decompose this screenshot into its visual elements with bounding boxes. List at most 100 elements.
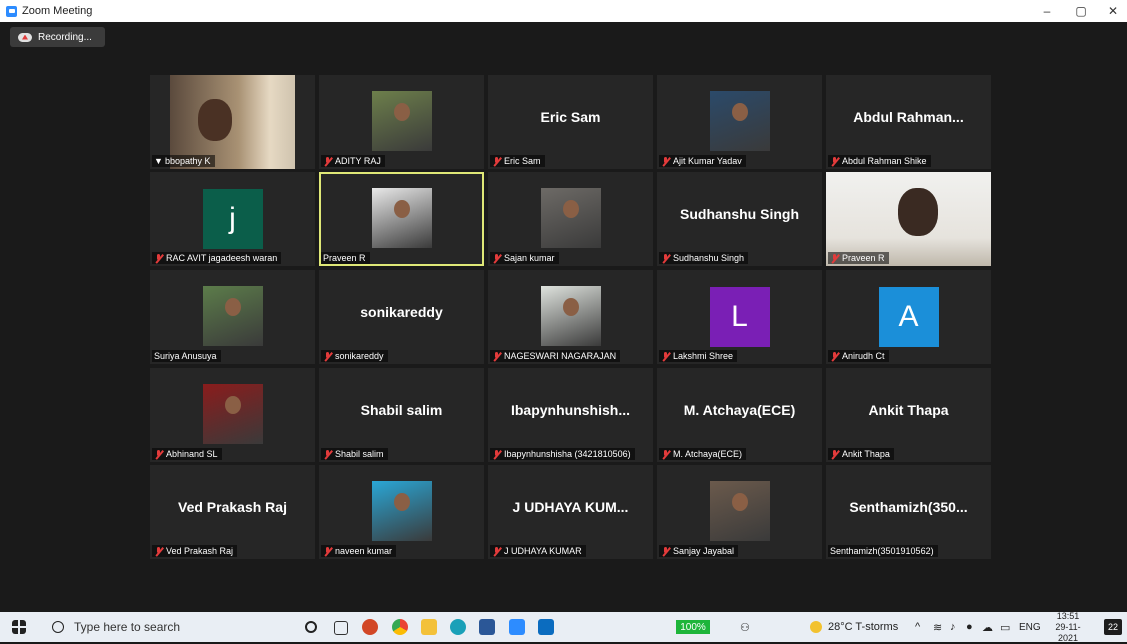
search-icon (52, 621, 64, 633)
edge-icon[interactable] (450, 619, 466, 635)
person-face (898, 188, 938, 236)
person-silhouette (393, 200, 410, 218)
participant-name: bbopathy K (165, 156, 211, 166)
participant-tile[interactable]: Abhinand SL (150, 368, 315, 462)
participant-name: sonikareddy (335, 351, 384, 361)
zoom-taskbar-icon[interactable] (509, 619, 525, 635)
participant-profile-photo (709, 481, 770, 541)
muted-mic-icon (492, 156, 501, 166)
file-explorer-icon[interactable] (421, 619, 437, 635)
recording-indicator[interactable]: Recording... (10, 27, 105, 47)
participant-display-name: M. Atchaya(ECE) (683, 402, 796, 418)
participant-name: Abhinand SL (166, 449, 218, 459)
participant-tile[interactable]: Ved Prakash Raj Ved Prakash Raj (150, 465, 315, 559)
participant-tile[interactable]: Ibapynhunshish... Ibapynhunshisha (342181… (488, 368, 653, 462)
window-title: Zoom Meeting (22, 5, 93, 17)
participant-display-name: Sudhanshu Singh (680, 206, 799, 222)
chrome-icon[interactable] (392, 619, 408, 635)
participant-name-label: Anirudh Ct (828, 350, 889, 362)
cloud-record-icon (18, 32, 32, 42)
participant-tile[interactable]: j RAC AVIT jagadeesh waran (150, 172, 315, 266)
participant-name: Sanjay Jayabal (673, 546, 735, 556)
participant-tile[interactable]: Sanjay Jayabal (657, 465, 822, 559)
maximize-button[interactable]: ▢ (1064, 0, 1098, 22)
participant-display-name: Ibapynhunshish... (510, 402, 630, 418)
participant-tile[interactable]: Abdul Rahman... Abdul Rahman Shike (826, 75, 991, 169)
participant-tile[interactable]: Eric Sam Eric Sam (488, 75, 653, 169)
participant-display-name: Eric Sam (540, 109, 601, 125)
cortana-icon[interactable] (305, 621, 317, 633)
participant-tile[interactable]: sonikareddy sonikareddy (319, 270, 484, 364)
participant-tile[interactable]: M. Atchaya(ECE) M. Atchaya(ECE) (657, 368, 822, 462)
muted-mic-icon (492, 546, 501, 556)
participant-tile[interactable]: Praveen R (319, 172, 484, 266)
muted-mic-icon (661, 253, 670, 263)
participant-name: M. Atchaya(ECE) (673, 449, 743, 459)
powerpoint-icon[interactable] (362, 619, 378, 635)
participant-name: Praveen R (323, 253, 366, 263)
start-windows-icon[interactable] (12, 620, 26, 634)
participant-tile[interactable]: L Lakshmi Shree (657, 270, 822, 364)
muted-mic-icon (323, 546, 332, 556)
muted-mic-icon (661, 546, 670, 556)
participant-name-label: Suriya Anusuya (152, 350, 221, 362)
taskbar-search[interactable]: Type here to search (40, 612, 285, 642)
participant-name-label: Ibapynhunshisha (3421810506) (490, 448, 635, 460)
muted-mic-icon (323, 156, 332, 166)
participant-name: NAGESWARI NAGARAJAN (504, 351, 617, 361)
participant-tile[interactable]: Senthamizh(350... Senthamizh(3501910562) (826, 465, 991, 559)
person-silhouette (562, 298, 579, 316)
participant-tile[interactable]: Ankit Thapa Ankit Thapa (826, 368, 991, 462)
battery-icon[interactable]: ▭ (1000, 612, 1010, 642)
participant-name: Ibapynhunshisha (3421810506) (504, 449, 631, 459)
participant-name-label: Ajit Kumar Yadav (659, 155, 746, 167)
photos-icon[interactable] (538, 619, 554, 635)
participant-tile[interactable]: NAGESWARI NAGARAJAN (488, 270, 653, 364)
participant-tile[interactable]: ADITY RAJ (319, 75, 484, 169)
battery-percent[interactable]: 100% (676, 620, 710, 634)
title-bar: Zoom Meeting – ▢ ✕ (0, 0, 1127, 22)
onedrive-icon[interactable]: ☁ (982, 612, 993, 642)
participant-profile-photo (371, 481, 432, 541)
participant-tile[interactable]: Ajit Kumar Yadav (657, 75, 822, 169)
participant-name: Suriya Anusuya (154, 351, 217, 361)
word-icon[interactable] (479, 619, 495, 635)
volume-icon[interactable]: ♪ (950, 612, 956, 642)
participant-tile[interactable]: naveen kumar (319, 465, 484, 559)
participant-initial-avatar: j (202, 189, 263, 249)
participant-tile[interactable]: Sajan kumar (488, 172, 653, 266)
participant-tile[interactable]: A Anirudh Ct (826, 270, 991, 364)
participant-name-label: Shabil salim (321, 448, 388, 460)
notifications-badge[interactable]: 22 (1104, 619, 1122, 635)
close-button[interactable]: ✕ (1096, 0, 1127, 22)
task-view-icon[interactable] (334, 621, 348, 635)
participant-name: J UDHAYA KUMAR (504, 546, 582, 556)
person-face (198, 99, 232, 141)
person-silhouette (393, 103, 410, 121)
participant-tile[interactable]: Praveen R (826, 172, 991, 266)
people-icon[interactable]: ⚇ (740, 612, 750, 642)
participant-tile[interactable]: Shabil salim Shabil salim (319, 368, 484, 462)
clock[interactable]: 13:51 29-11-2021 (1046, 611, 1090, 643)
participant-tile[interactable]: Sudhanshu Singh Sudhanshu Singh (657, 172, 822, 266)
chevron-up-icon[interactable]: ^ (915, 612, 920, 642)
participant-tile[interactable]: Suriya Anusuya (150, 270, 315, 364)
participant-name-label: Lakshmi Shree (659, 350, 738, 362)
participant-name-label: naveen kumar (321, 545, 397, 557)
person-silhouette (562, 200, 579, 218)
minimize-button[interactable]: – (1030, 0, 1064, 22)
participant-profile-photo (371, 91, 432, 151)
participant-display-name: Senthamizh(350... (849, 499, 968, 515)
muted-mic-icon (661, 449, 670, 459)
weather-text[interactable]: 28°C T-storms (828, 612, 898, 642)
muted-mic-icon (661, 351, 670, 361)
language-indicator[interactable]: ENG (1019, 612, 1041, 642)
participant-name-label: Sajan kumar (490, 252, 559, 264)
wifi-icon[interactable]: ≋ (933, 612, 942, 642)
participant-tile[interactable]: ▼ bbopathy K (150, 75, 315, 169)
participant-tile[interactable]: J UDHAYA KUM... J UDHAYA KUMAR (488, 465, 653, 559)
participant-name-label: Abhinand SL (152, 448, 222, 460)
participant-name-label: Eric Sam (490, 155, 545, 167)
mic-tray-icon[interactable]: ● (966, 612, 973, 642)
participant-name: Shabil salim (335, 449, 384, 459)
